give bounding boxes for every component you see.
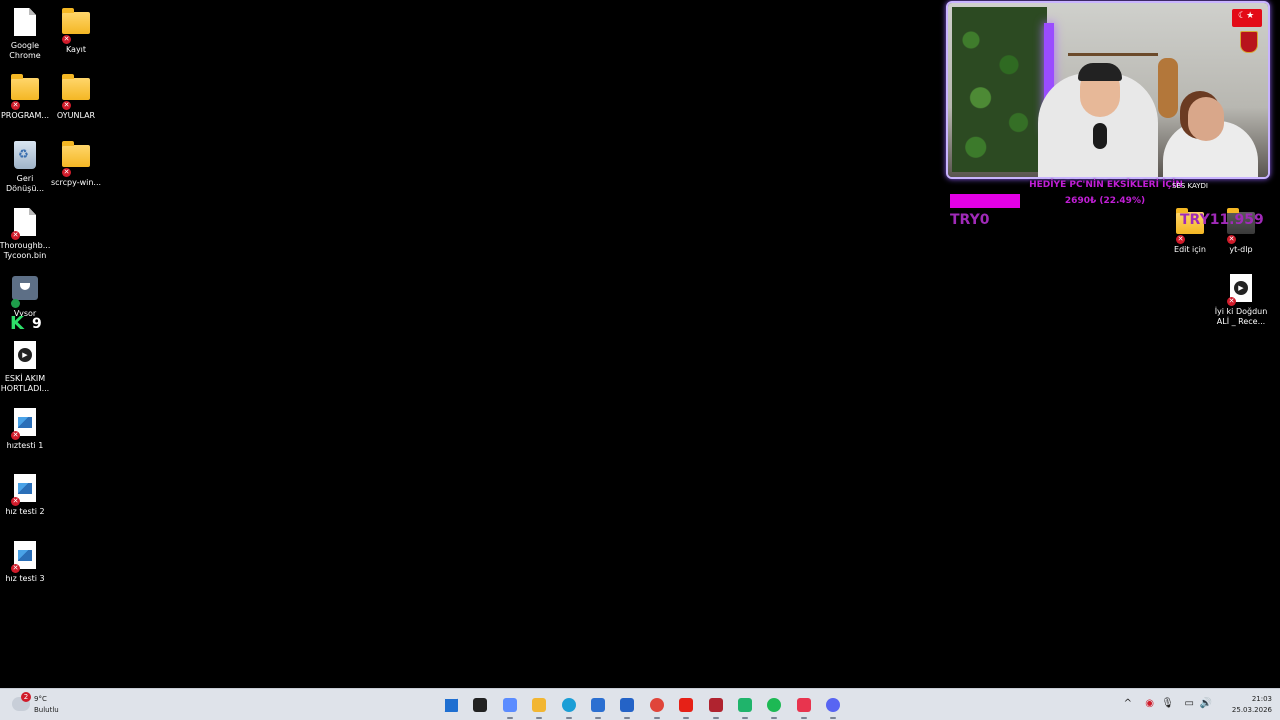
icon-label: ESKİ AKIM HORTLADI... — [0, 374, 50, 393]
edge-icon[interactable] — [558, 694, 580, 719]
spotify-icon[interactable] — [763, 694, 785, 719]
desktop: Google Chrome ✕ Kayıt ✕ PROGRAM... ✕ OYU… — [0, 0, 1280, 688]
microphone-icon[interactable]: 🎙 — [1161, 698, 1174, 709]
outlook-icon[interactable] — [616, 694, 638, 719]
icon-label: hıztesti 1 — [6, 441, 44, 450]
turkish-flag-icon — [1232, 9, 1262, 27]
k9-logo-icon: K 9 — [10, 314, 46, 334]
youtube-icon[interactable] — [675, 694, 697, 719]
error-badge-icon: ✕ — [1227, 297, 1236, 306]
goal-progress-fill — [950, 194, 1020, 208]
discord-icon[interactable] — [822, 694, 844, 719]
desktop-icon-eski-akim[interactable]: ESKİ AKIM HORTLADI... — [0, 341, 52, 394]
icon-label: OYUNLAR — [56, 111, 96, 120]
video-file-icon — [14, 341, 36, 369]
goal-current: TRY0 — [950, 212, 990, 228]
folder-icon — [62, 141, 90, 167]
desktop-icon-kayit[interactable]: ✕ Kayıt — [49, 8, 103, 55]
error-badge-icon: ✕ — [1176, 235, 1185, 244]
ivy-plants — [952, 7, 1047, 172]
desktop-icon-programlar[interactable]: ✕ PROGRAM... — [0, 74, 52, 121]
icon-label: Google Chrome — [9, 41, 41, 60]
folder-icon — [62, 74, 90, 100]
display-icon[interactable]: ▭ — [1185, 698, 1194, 709]
weather-temp: 9°C — [34, 695, 47, 703]
desktop-icon-scrcpy[interactable]: ✕ scrcpy-win... — [49, 141, 103, 188]
desktop-icon-recycle-bin[interactable]: Geri Dönüşü... — [0, 141, 52, 194]
icon-label: Geri Dönüşü... — [5, 174, 45, 193]
error-badge-icon: ✕ — [11, 231, 20, 240]
error-badge-icon: ✕ — [11, 497, 20, 506]
chrome-icon[interactable] — [646, 694, 668, 719]
folder-icon — [11, 74, 39, 100]
shelf — [1068, 53, 1158, 56]
webcam-overlay — [946, 1, 1270, 179]
error-badge-icon: ✕ — [62, 168, 71, 177]
file-explorer-icon[interactable] — [528, 694, 550, 719]
app-red-icon[interactable] — [793, 694, 815, 719]
network-icon[interactable]: ◉ — [1145, 698, 1154, 709]
copilot-icon[interactable] — [499, 694, 521, 719]
error-badge-icon: ✕ — [62, 101, 71, 110]
desktop-icon-vysor[interactable]: Vysor — [0, 274, 52, 319]
weather-widget[interactable]: 2 9°C Bulutlu — [12, 692, 72, 717]
weather-condition: Bulutlu — [34, 706, 59, 714]
icon-label: PROGRAM... — [0, 111, 50, 120]
k9-letter: K — [10, 313, 24, 334]
vysor-icon — [12, 276, 38, 300]
desktop-icon-thoroughbred[interactable]: ✕ Thoroughb... Tycoon.bin — [0, 208, 52, 261]
desktop-icon-hiztesti1[interactable]: ✕ hıztesti 1 — [0, 408, 52, 451]
app-green-icon[interactable] — [734, 694, 756, 719]
weather-badge: 2 — [21, 692, 31, 702]
ses-kaydi-label: SES KAYDI — [1172, 182, 1208, 190]
desktop-icon-iyi-ki-dogdun[interactable]: ✕ İyi ki Doğdun ALİ _ Rece... — [1214, 274, 1268, 327]
clock-date: 25.03.2026 — [1231, 706, 1272, 714]
desktop-icon-hiztesti3[interactable]: ✕ hız testi 3 — [0, 541, 52, 584]
icon-label: Edit için — [1174, 245, 1206, 254]
taskbar: 2 9°C Bulutlu ^ ◉ 🎙 ▭ 🔊 21:03 25.03.2026 — [0, 688, 1280, 720]
error-badge-icon: ✕ — [62, 35, 71, 44]
volume-icon[interactable]: 🔊 — [1200, 698, 1212, 709]
error-badge-icon: ✕ — [11, 101, 20, 110]
icon-label: hız testi 2 — [5, 507, 45, 516]
k9-number: 9 — [32, 316, 42, 332]
goal-amount: 2690₺ (22.49%) — [1064, 196, 1146, 206]
microphone-icon — [1093, 123, 1107, 149]
goal-target: TRY11.959 — [1180, 212, 1264, 228]
error-badge-icon: ✕ — [11, 431, 20, 440]
icon-label: Kayıt — [65, 45, 87, 54]
icon-label: Thoroughb... Tycoon.bin — [0, 241, 51, 260]
video-editor-icon[interactable] — [705, 694, 727, 719]
error-badge-icon: ✕ — [11, 564, 20, 573]
error-badge-icon: ✕ — [1227, 235, 1236, 244]
sync-ok-badge-icon — [11, 299, 20, 308]
store-icon[interactable] — [587, 694, 609, 719]
folder-icon — [62, 8, 90, 34]
icon-label: hız testi 3 — [5, 574, 45, 583]
icon-label: yt-dlp — [1229, 245, 1253, 254]
clock-time: 21:03 — [1251, 695, 1272, 703]
file-icon — [14, 8, 36, 36]
emblem-icon — [1240, 31, 1258, 53]
chevron-up-icon[interactable]: ^ — [1124, 698, 1132, 709]
guest-head — [1188, 97, 1224, 141]
windows-start-icon[interactable] — [440, 694, 462, 716]
clock[interactable]: 21:03 25.03.2026 — [1228, 694, 1272, 716]
desktop-icon-chrome[interactable]: Google Chrome — [0, 8, 52, 61]
icon-label: İyi ki Doğdun ALİ _ Rece... — [1214, 307, 1268, 326]
guitar — [1158, 58, 1178, 118]
icon-label: scrcpy-win... — [50, 178, 102, 187]
desktop-icon-hiztesti2[interactable]: ✕ hız testi 2 — [0, 474, 52, 517]
streamer-cap — [1078, 63, 1122, 81]
recycle-bin-icon — [14, 141, 36, 169]
desktop-icon-oyunlar[interactable]: ✕ OYUNLAR — [49, 74, 103, 121]
task-view-icon[interactable] — [469, 694, 491, 716]
